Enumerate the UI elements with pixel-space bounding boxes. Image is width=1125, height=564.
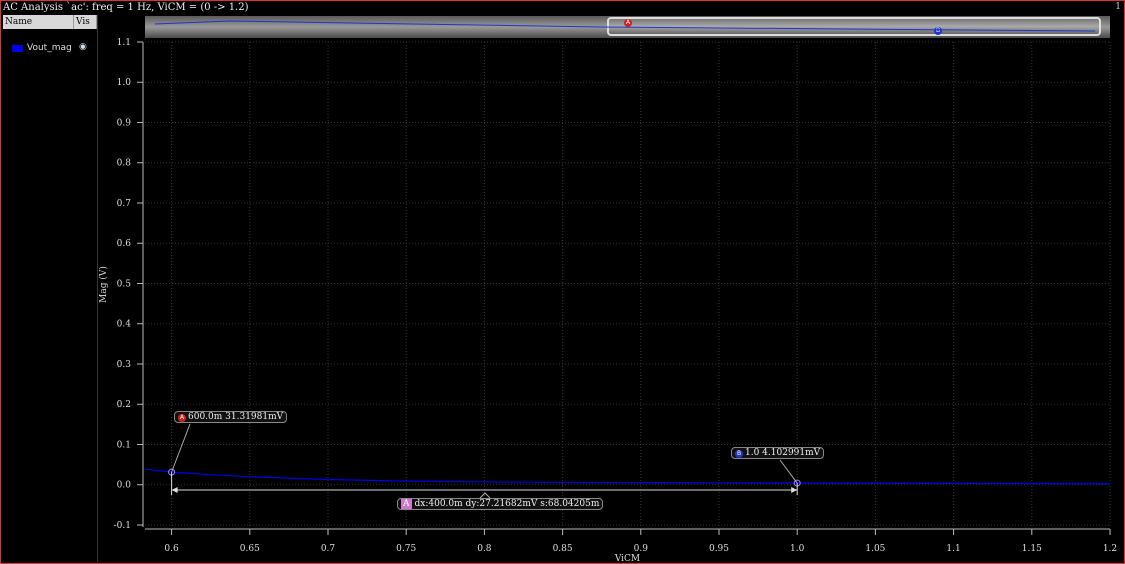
y-tick-label: 0.3 [117, 360, 132, 370]
x-axis-label: ViCM [614, 554, 640, 564]
marker-a-leader [171, 423, 191, 473]
marker-b-badge: B [735, 450, 743, 458]
marker-b-leader [779, 459, 798, 484]
delta-arrow-right [791, 487, 798, 493]
y-tick-label: 0.0 [117, 481, 132, 491]
series-line-Vout_mag [144, 468, 1111, 485]
x-tick-label: 1.05 [865, 544, 885, 554]
y-tick-label: 0.2 [117, 400, 131, 410]
delta-badge: A [401, 499, 412, 509]
x-tick-label: 1.1 [946, 544, 960, 554]
y-tick-label: 1.1 [117, 38, 131, 48]
x-tick-label: 0.7 [321, 544, 336, 554]
marker-a-value: 600.0m 31.31981mV [188, 412, 284, 422]
marker-a-label[interactable]: A 600.0m 31.31981mV [174, 411, 288, 423]
y-tick-label: 0.1 [117, 440, 131, 450]
x-tick-label: 1.0 [790, 544, 805, 554]
delta-arrow-left [171, 487, 178, 493]
plot-area[interactable]: 0.6 0.65 0.7 0.75 0.8 0.85 0.9 0.95 1.0 1.05 1.1 1.… [0, 0, 1125, 564]
marker-b-label[interactable]: B 1.0 4.102991mV [731, 447, 825, 459]
y-axis-label: Mag (V) [98, 266, 109, 303]
x-tick-label: 0.85 [553, 544, 573, 554]
y-tick-label: 0.6 [117, 239, 132, 249]
y-tick-label: 0.8 [117, 159, 132, 169]
y-tick-label: 0.7 [117, 199, 132, 209]
marker-a-badge: A [178, 414, 186, 422]
overview-trace [154, 20, 1096, 32]
delta-value: dx:400.0m dy:27.21682mV s:68.04205m [414, 499, 600, 509]
y-tick-label: 1.0 [117, 78, 132, 88]
x-tick-label: 1.2 [1103, 544, 1117, 554]
x-tick-label: 0.8 [477, 544, 492, 554]
y-tick-label: -0.1 [114, 521, 131, 531]
y-tick-label: 0.5 [117, 279, 132, 289]
marker-b-value: 1.0 4.102991mV [745, 448, 821, 458]
x-tick-label: 0.75 [396, 544, 416, 554]
x-tick-label: 1.15 [1022, 544, 1042, 554]
y-tick-label: 0.4 [117, 320, 132, 330]
x-tick-label: 0.95 [709, 544, 729, 554]
y-tick-label: 0.9 [117, 118, 132, 128]
x-tick-label: 0.65 [240, 544, 260, 554]
x-tick-label: 0.6 [164, 544, 179, 554]
x-tick-label: 0.9 [634, 544, 649, 554]
delta-label[interactable]: Adx:400.0m dy:27.21682mV s:68.04205m [397, 498, 604, 510]
